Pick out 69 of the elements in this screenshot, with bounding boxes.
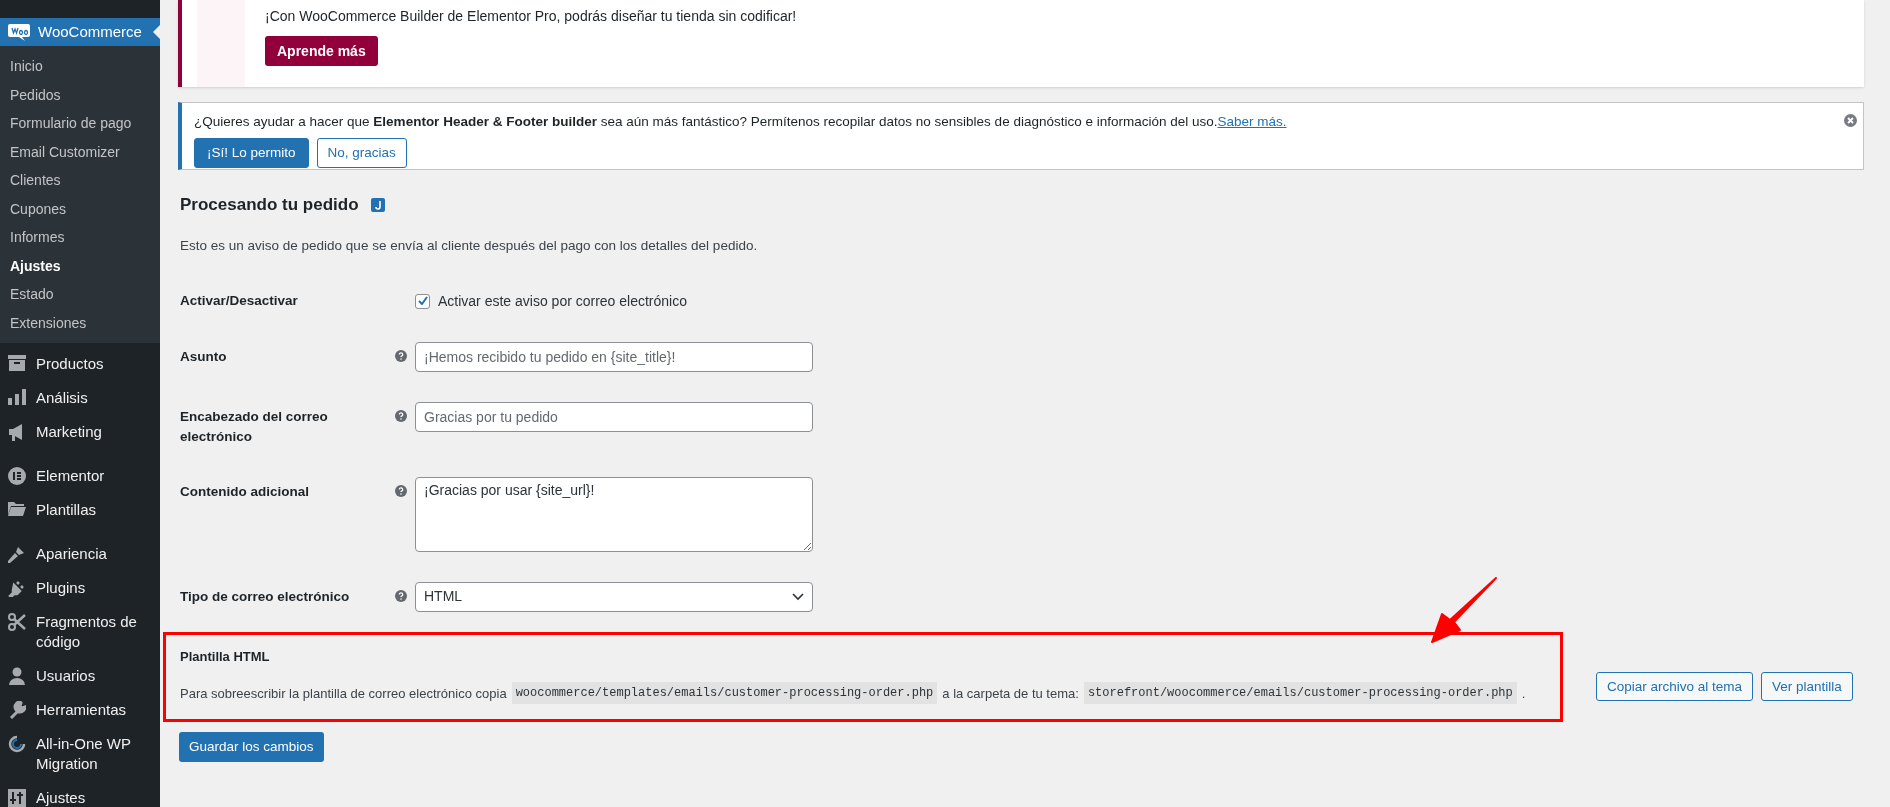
sidebar-menu-item[interactable]: Plugins: [0, 571, 160, 605]
help-icon[interactable]: [395, 409, 407, 422]
learn-more-link[interactable]: Saber más.: [1217, 114, 1287, 129]
sidebar-menu-item[interactable]: Herramientas: [0, 693, 160, 727]
submenu-item[interactable]: Ajustes: [0, 251, 160, 280]
text-field[interactable]: Gracias por tu pedido: [415, 401, 813, 432]
close-icon[interactable]: [1844, 114, 1857, 127]
sidebar-menu-item[interactable]: Plantillas: [0, 493, 160, 527]
wrench-icon: [8, 701, 26, 719]
field-label: Encabezado del correo electrónico: [180, 407, 329, 446]
user-icon: [8, 667, 26, 685]
plug-icon: [8, 579, 26, 597]
submenu-item[interactable]: Informes: [0, 223, 160, 252]
view-template-button[interactable]: Ver plantilla: [1761, 672, 1853, 702]
decline-button[interactable]: No, gracias: [316, 138, 407, 169]
scissors-icon: [8, 613, 26, 631]
submenu-item[interactable]: Formulario de pago: [0, 109, 160, 138]
submenu-item[interactable]: Clientes: [0, 166, 160, 195]
archive-icon: [8, 355, 26, 371]
field-label: Activar/Desactivar: [180, 291, 299, 310]
sidebar-menu-header[interactable]: WooCommerce: [0, 18, 160, 46]
section-description: Esto es un aviso de pedido que se envía al cliente después del pago con los detalles del pedido.: [180, 236, 759, 255]
textarea-field[interactable]: ¡Gracias por usar {site_url}!: [415, 476, 813, 552]
checkbox[interactable]: [415, 293, 430, 309]
sidebar-menu-item[interactable]: Ajustes: [0, 781, 160, 807]
usage-notice-text: ¿Quieres ayudar a hacer que Elementor Header & Footer builder sea aún más fantástico? Permítenos recopilar datos no sensibles de diagnóstico e información del uso.Saber más.: [194, 113, 1287, 131]
file-path: storefront/woocommerce/emails/customer-processing-order.php: [1083, 682, 1517, 705]
template-text: .: [1521, 684, 1526, 703]
allow-button[interactable]: ¡Sí! Lo permito: [194, 138, 309, 169]
learn-more-button[interactable]: Aprende más: [265, 36, 378, 66]
save-button[interactable]: Guardar los cambios: [179, 731, 324, 762]
help-icon[interactable]: [395, 484, 407, 497]
checkbox-label: Activar este aviso por correo electrónico: [438, 291, 687, 311]
bar-chart-icon: [8, 389, 26, 405]
submenu-item[interactable]: Inicio: [0, 52, 160, 81]
woo-logo-icon: [8, 23, 30, 41]
sidebar-menu-item[interactable]: Análisis: [0, 381, 160, 415]
submenu-item[interactable]: Pedidos: [0, 80, 160, 109]
sidebar-menu-item[interactable]: Elementor: [0, 459, 160, 493]
elementor-icon: [8, 467, 26, 485]
submenu-item[interactable]: Extensiones: [0, 308, 160, 337]
help-icon[interactable]: [395, 349, 407, 362]
chevron-down-icon: [792, 592, 804, 601]
submenu-item[interactable]: Email Customizer: [0, 137, 160, 166]
template-title: Plantilla HTML: [180, 647, 271, 666]
sidebar-menu-item[interactable]: Usuarios: [0, 659, 160, 693]
current-menu-pointer: [153, 25, 160, 39]
sidebar-menu-item[interactable]: Apariencia: [0, 537, 160, 571]
sidebar-menu-item[interactable]: All-in-One WP Migration: [0, 727, 160, 781]
submenu-item[interactable]: Estado: [0, 280, 160, 309]
sidebar-menu-item[interactable]: Productos: [0, 347, 160, 381]
paintbrush-icon: [8, 545, 26, 563]
sidebar-menu-item[interactable]: Marketing: [0, 415, 160, 449]
text-field[interactable]: ¡Hemos recibido tu pedido en {site_title}!: [415, 341, 813, 372]
promo-text: ¡Con WooCommerce Builder de Elementor Pro, podrás diseñar tu tienda sin codificar!: [265, 7, 797, 26]
field-label: Contenido adicional: [180, 482, 310, 501]
template-text: a la carpeta de tu tema:: [942, 684, 1079, 703]
field-label: Tipo de correo electrónico: [180, 587, 351, 606]
folder-icon: [8, 501, 26, 516]
submenu-item[interactable]: Cupones: [0, 194, 160, 223]
file-path: woocommerce/templates/emails/customer-processing-order.php: [511, 682, 938, 705]
copy-file-button[interactable]: Copiar archivo al tema: [1596, 672, 1754, 702]
sidebar-menu-item[interactable]: Fragmentos de código: [0, 605, 160, 659]
select-field[interactable]: HTML: [415, 581, 813, 612]
help-icon[interactable]: [395, 589, 407, 602]
template-text: Para sobreescribir la plantilla de correo electrónico copia: [180, 684, 507, 703]
circular-arrow-icon: [8, 735, 26, 753]
section-title: Procesando tu pedido: [180, 194, 359, 216]
field-label: Asunto: [180, 347, 228, 366]
